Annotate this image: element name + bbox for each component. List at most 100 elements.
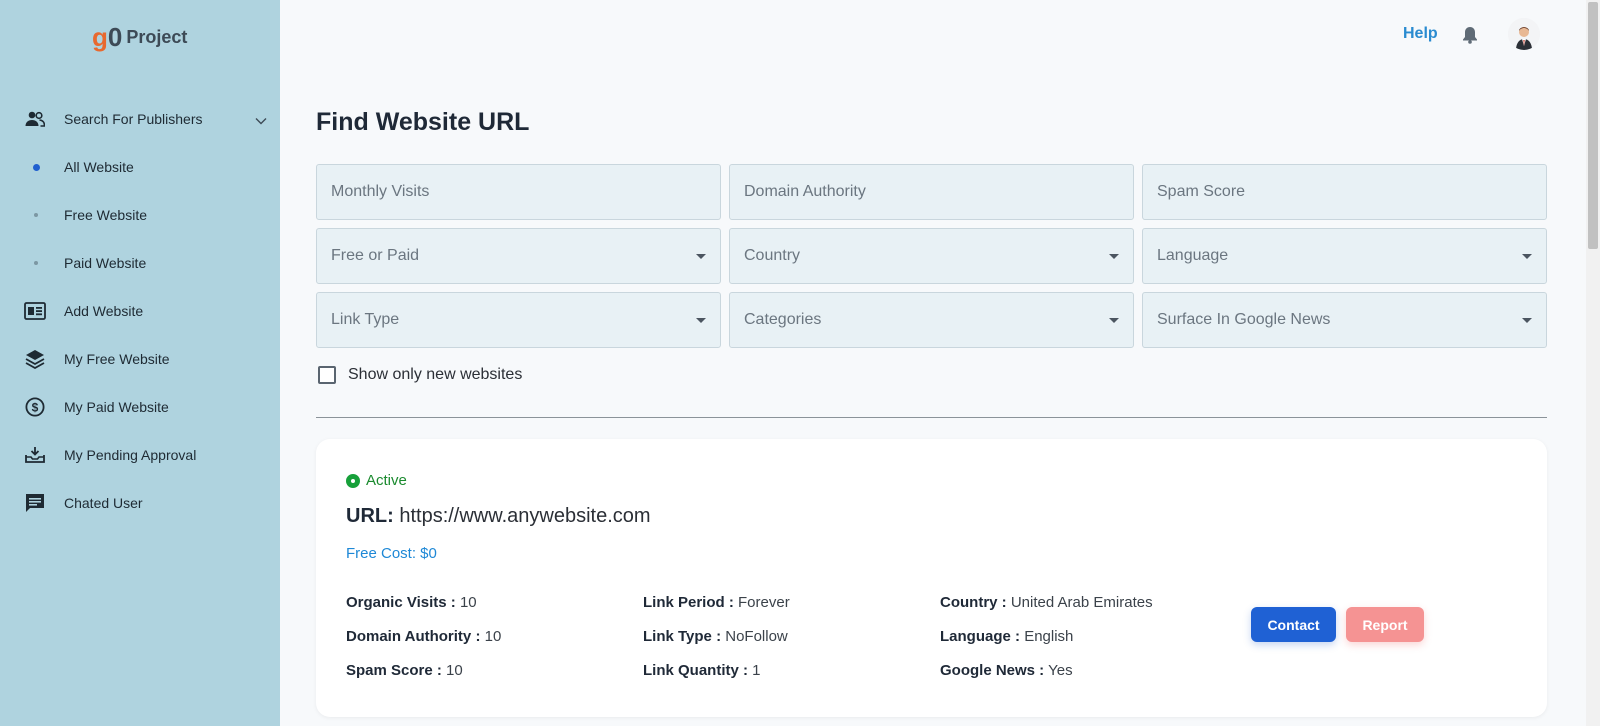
sidebar: g 0 Project Search For Publishers All We… <box>0 0 280 726</box>
divider <box>316 417 1547 418</box>
sidebar-item-my-free-website[interactable]: My Free Website <box>0 335 280 383</box>
free-or-paid-select[interactable]: Free or Paid <box>316 228 721 284</box>
url-value[interactable]: https://www.anywebsite.com <box>399 505 650 527</box>
sidebar-item-paid-website[interactable]: Paid Website <box>0 239 280 287</box>
caret-down-icon <box>1522 318 1532 323</box>
stat-label: Organic Visits : <box>346 594 456 611</box>
spam-score-input[interactable]: Spam Score <box>1142 164 1547 220</box>
link-type-stat: Link Type : NoFollow <box>643 628 788 645</box>
stat-value: Forever <box>738 594 790 611</box>
link-type-placeholder: Link Type <box>331 311 400 328</box>
domain-authority-placeholder: Domain Authority <box>744 183 866 200</box>
categories-select[interactable]: Categories <box>729 292 1134 348</box>
dollar-circle-icon: $ <box>24 397 46 417</box>
show-new-checkbox[interactable] <box>318 366 336 384</box>
stat-value: 1 <box>752 662 761 679</box>
stat-label: Country : <box>940 594 1007 611</box>
users-icon <box>24 109 46 129</box>
caret-down-icon <box>696 318 706 323</box>
show-new-websites-toggle[interactable]: Show only new websites <box>318 366 522 384</box>
stat-value: English <box>1024 628 1074 645</box>
categories-placeholder: Categories <box>744 311 822 328</box>
country-stat: Country : United Arab Emirates <box>940 594 1153 611</box>
sidebar-nav: Search For Publishers All Website Free W… <box>0 95 280 527</box>
free-or-paid-placeholder: Free or Paid <box>331 247 420 264</box>
avatar[interactable] <box>1508 18 1540 50</box>
sidebar-item-my-paid-website[interactable]: $ My Paid Website <box>0 383 280 431</box>
sidebar-item-add-website[interactable]: Add Website <box>0 287 280 335</box>
stat-label: Spam Score : <box>346 662 442 679</box>
active-status-icon <box>346 473 360 488</box>
status-text: Active <box>366 472 407 489</box>
sidebar-item-label: Add Website <box>64 303 144 319</box>
stat-value: 10 <box>446 662 463 679</box>
caret-down-icon <box>1109 254 1119 259</box>
logo-g: g <box>92 22 108 52</box>
link-quantity-stat: Link Quantity : 1 <box>643 662 761 679</box>
url-label: URL: <box>346 505 394 527</box>
report-button[interactable]: Report <box>1346 607 1424 642</box>
stat-label: Language : <box>940 628 1021 645</box>
show-new-label: Show only new websites <box>348 366 523 383</box>
help-link[interactable]: Help <box>1403 25 1438 43</box>
sidebar-item-label: Paid Website <box>64 255 147 271</box>
stat-label: Link Quantity : <box>643 662 748 679</box>
website-url: URL: https://www.anywebsite.com <box>346 505 651 528</box>
logo-zero: 0 <box>107 22 123 52</box>
contact-button[interactable]: Contact <box>1251 607 1336 642</box>
sidebar-item-my-pending-approval[interactable]: My Pending Approval <box>0 431 280 479</box>
spam-score-placeholder: Spam Score <box>1157 183 1246 200</box>
stat-label: Domain Authority : <box>346 628 481 645</box>
language-stat: Language : English <box>940 628 1073 645</box>
stat-value: 10 <box>459 594 477 611</box>
google-news-select[interactable]: Surface In Google News <box>1142 292 1547 348</box>
sidebar-item-label: My Paid Website <box>64 399 169 415</box>
inbox-icon <box>24 445 46 465</box>
sidebar-item-free-website[interactable]: Free Website <box>0 191 280 239</box>
sidebar-item-search-for-publishers[interactable]: Search For Publishers <box>0 95 280 143</box>
page-scrollbar[interactable] <box>1586 0 1600 726</box>
caret-down-icon <box>1109 318 1119 323</box>
logo-word: Project <box>126 27 188 47</box>
country-placeholder: Country <box>744 247 801 264</box>
cost-text: Free Cost: $0 <box>346 545 437 562</box>
chevron-down-icon[interactable] <box>255 112 267 128</box>
dot-icon <box>34 213 38 217</box>
spam-score-stat: Spam Score : 10 <box>346 662 463 679</box>
sidebar-item-label: My Free Website <box>64 351 170 367</box>
sidebar-item-label: Search For Publishers <box>64 111 203 127</box>
sidebar-item-label: My Pending Approval <box>64 447 197 463</box>
stat-label: Link Type : <box>643 628 722 645</box>
language-placeholder: Language <box>1157 247 1229 264</box>
sidebar-item-all-website[interactable]: All Website <box>0 143 280 191</box>
website-card: Active URL: https://www.anywebsite.com F… <box>316 439 1547 717</box>
stat-value: United Arab Emirates <box>1010 594 1153 611</box>
country-select[interactable]: Country <box>729 228 1134 284</box>
stat-label: Google News : <box>940 662 1045 679</box>
monthly-visits-placeholder: Monthly Visits <box>331 183 430 200</box>
link-period-stat: Link Period : Forever <box>643 594 790 611</box>
newspaper-icon <box>24 301 46 321</box>
stat-value: 10 <box>484 628 502 645</box>
domain-authority-input[interactable]: Domain Authority <box>729 164 1134 220</box>
stat-value: NoFollow <box>725 628 788 645</box>
chat-icon <box>24 493 46 513</box>
stat-value: Yes <box>1048 662 1073 679</box>
page-title: Find Website URL <box>316 108 530 136</box>
scrollbar-thumb[interactable] <box>1588 2 1598 249</box>
sidebar-item-label: All Website <box>64 159 134 175</box>
bell-icon[interactable] <box>1462 26 1478 49</box>
dot-icon <box>34 261 38 265</box>
link-type-select[interactable]: Link Type <box>316 292 721 348</box>
google-news-stat: Google News : Yes <box>940 662 1073 679</box>
sidebar-item-label: Free Website <box>64 207 147 223</box>
svg-text:$: $ <box>32 401 39 415</box>
sidebar-item-chated-user[interactable]: Chated User <box>0 479 280 527</box>
caret-down-icon <box>696 254 706 259</box>
monthly-visits-input[interactable]: Monthly Visits <box>316 164 721 220</box>
language-select[interactable]: Language <box>1142 228 1547 284</box>
stat-label: Link Period : <box>643 594 734 611</box>
caret-down-icon <box>1522 254 1532 259</box>
logo[interactable]: g 0 Project <box>92 22 187 53</box>
layers-icon <box>24 349 46 369</box>
